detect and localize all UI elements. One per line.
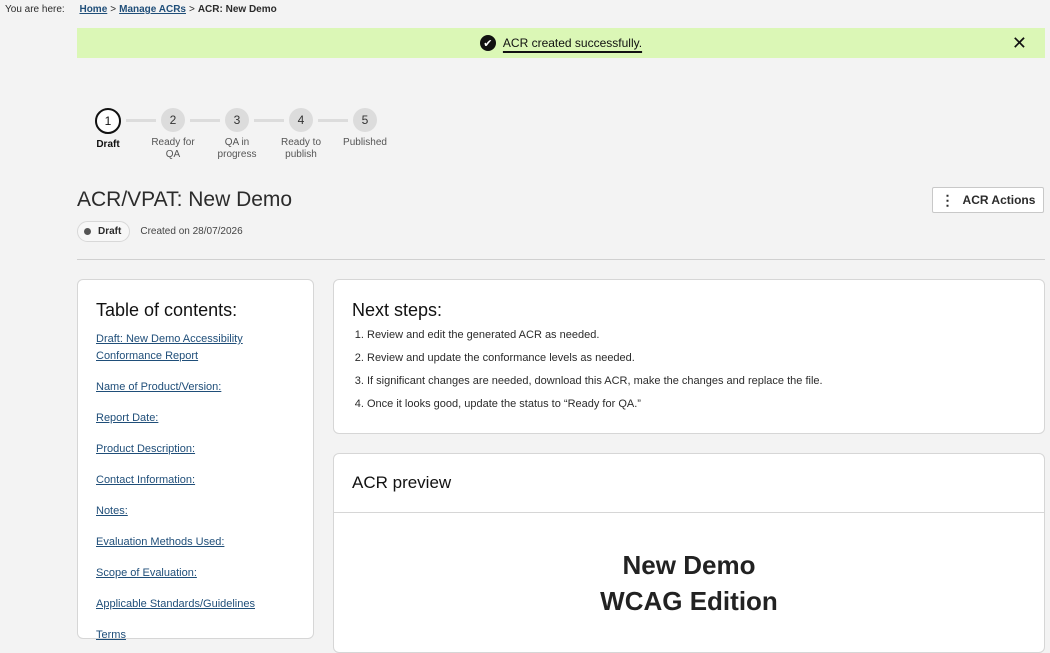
toc-link[interactable]: Contact Information: [96,474,195,486]
page-title: ACR/VPAT: New Demo [77,188,293,211]
toc-link[interactable]: Scope of Evaluation: [96,567,197,579]
next-step-item: If significant changes are needed, downl… [367,375,1026,388]
breadcrumb-home-link[interactable]: Home [79,4,107,15]
preview-title-line2: WCAG Edition [600,586,778,616]
check-circle-icon: ✔ [479,35,496,51]
breadcrumb-manage-link[interactable]: Manage ACRs [119,4,186,15]
preview-heading: ACR preview [334,454,1044,513]
breadcrumb: You are here: Home > Manage ACRs > ACR: New … [5,4,277,15]
step-label: Ready to publish [280,137,322,160]
created-date: Created on 28/07/2026 [140,226,243,237]
status-row: Draft Created on 28/07/2026 [77,221,243,242]
toc-heading: Table of contents: [96,300,238,320]
next-step-item: Review and edit the generated ACR as nee… [367,329,1026,342]
toc-link[interactable]: Notes: [96,505,128,517]
success-banner: ✔ ACR created successfully. ✕ [77,28,1045,58]
close-icon[interactable]: ✕ [1012,33,1027,54]
step-number: 3 [225,108,249,132]
banner-message: ACR created successfully. [502,36,643,50]
next-step-item: Once it looks good, update the status to… [367,398,1026,411]
acr-actions-label: ACR Actions [962,193,1036,207]
step-label: Draft [96,139,120,150]
status-badge: Draft [77,221,131,242]
step-number: 5 [353,108,377,132]
step-ready-to-publish: 4 Ready to publish [271,108,331,161]
breadcrumb-current: ACR: New Demo [197,4,277,15]
preview-title-line1: New Demo [622,550,756,580]
divider [77,259,1045,260]
toc-link[interactable]: Draft: New Demo Accessibility Conformanc… [96,333,243,362]
toc-link[interactable]: Terms [96,629,126,641]
step-draft: 1 Draft [78,108,138,151]
step-number: 4 [289,108,313,132]
toc-link[interactable]: Evaluation Methods Used: [96,536,224,548]
toc-link[interactable]: Product Description: [96,443,195,455]
toc-link[interactable]: Applicable Standards/Guidelines [96,598,255,610]
acr-actions-button[interactable]: ⋮ ACR Actions [932,187,1044,213]
step-number: 2 [161,108,185,132]
step-label: QA in progress [217,137,257,160]
breadcrumb-lead: You are here: [5,4,65,15]
next-steps-card: Next steps: Review and edit the generate… [333,279,1045,434]
preview-document-title: New Demo WCAG Edition [334,547,1044,619]
toc-link[interactable]: Name of Product/Version: [96,381,221,393]
step-number: 1 [95,108,121,134]
status-text: Draft [98,226,122,237]
table-of-contents: Table of contents: Draft: New Demo Acces… [77,279,314,641]
more-vertical-icon: ⋮ [940,191,955,208]
status-dot-icon [84,228,91,235]
step-published: 5 Published [335,108,395,149]
step-label: Ready for QA [151,137,195,160]
acr-preview-card: ACR preview New Demo WCAG Edition [333,453,1045,653]
step-qa-in-progress: 3 QA in progress [207,108,267,161]
next-steps-heading: Next steps: [352,300,443,320]
step-ready-for-qa: 2 Ready for QA [143,108,203,161]
toc-link[interactable]: Report Date: [96,412,158,424]
next-step-item: Review and update the conformance levels… [367,352,1026,365]
step-label: Published [343,137,387,148]
